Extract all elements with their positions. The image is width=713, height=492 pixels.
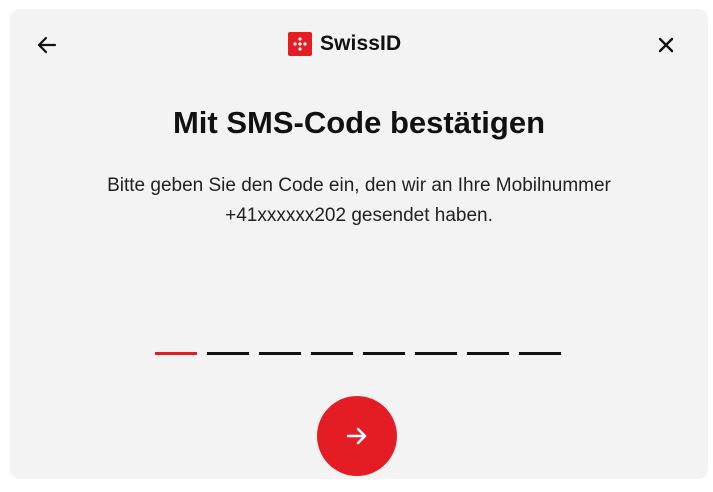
sms-code-input[interactable] [155,345,561,365]
brand-name: SwissID [320,32,402,55]
header: SwissID [10,9,708,83]
close-button[interactable] [654,33,678,57]
brand: SwissID [288,29,401,59]
code-digit-slot-8[interactable] [519,352,561,355]
close-icon [658,37,674,53]
arrow-left-icon [37,36,57,54]
sms-verification-card: SwissID Mit SMS-Code bestätigen Bitte ge… [10,9,708,479]
back-button[interactable] [34,32,60,58]
code-digit-slot-5[interactable] [363,352,405,355]
code-digit-slot-6[interactable] [415,352,457,355]
code-digit-slot-1[interactable] [155,352,197,355]
arrow-right-icon [346,427,367,445]
swissid-logo-icon [288,32,312,56]
code-digit-slot-7[interactable] [467,352,509,355]
code-digit-slot-2[interactable] [207,352,249,355]
instruction-text: Bitte geben Sie den Code ein, den wir an… [30,171,688,231]
submit-button[interactable] [317,396,397,476]
page-title: Mit SMS-Code bestätigen [172,105,545,140]
instruction-line-2: +41xxxxxx202 gesendet haben. [225,205,493,226]
instruction-line-1: Bitte geben Sie den Code ein, den wir an… [107,175,611,196]
code-digit-slot-3[interactable] [259,352,301,355]
code-digit-slot-4[interactable] [311,352,353,355]
